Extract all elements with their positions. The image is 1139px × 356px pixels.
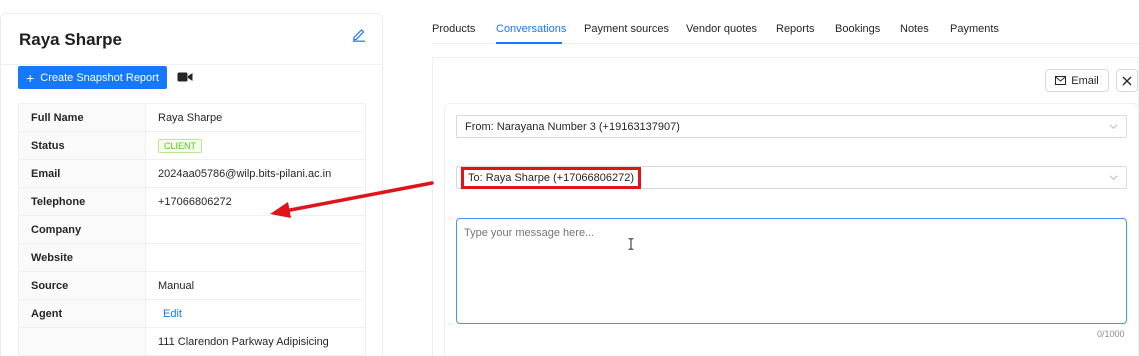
table-row: Website	[18, 243, 366, 272]
tab-payment-sources[interactable]: Payment sources	[584, 23, 669, 35]
email-button-label: Email	[1071, 74, 1099, 87]
from-select-value: From: Narayana Number 3 (+19163137907)	[465, 120, 680, 133]
table-row: 111 Clarendon Parkway Adipisicing	[18, 327, 366, 356]
close-icon	[1122, 76, 1132, 85]
chevron-down-icon	[1109, 175, 1118, 181]
to-select-value: To: Raya Sharpe (+17066806272)	[461, 166, 642, 189]
tab-vendor-quotes[interactable]: Vendor quotes	[686, 23, 757, 35]
tab-conversations[interactable]: Conversations	[496, 23, 566, 35]
create-button-label: Create Snapshot Report	[40, 71, 159, 84]
character-counter: 0/1000	[1097, 329, 1125, 339]
tab-notes[interactable]: Notes	[900, 23, 929, 35]
chevron-down-icon	[1109, 124, 1118, 130]
row-label: Email	[18, 159, 146, 188]
status-badge: CLIENT	[158, 138, 203, 153]
active-tab-indicator	[496, 42, 562, 44]
company-value	[145, 215, 366, 244]
table-row: Full Name Raya Sharpe	[18, 103, 366, 132]
row-label	[18, 327, 146, 356]
row-label: Source	[18, 271, 146, 300]
email-button[interactable]: Email	[1045, 69, 1109, 92]
message-input[interactable]	[456, 218, 1127, 324]
table-row: Agent Edit	[18, 299, 366, 328]
tab-reports[interactable]: Reports	[776, 23, 815, 35]
row-label: Agent	[18, 299, 146, 328]
row-label: Telephone	[18, 187, 146, 216]
tab-payments[interactable]: Payments	[950, 23, 999, 35]
row-label: Website	[18, 243, 146, 272]
agent-edit-link[interactable]: Edit	[158, 308, 182, 320]
table-row: Source Manual	[18, 271, 366, 300]
to-select[interactable]: To: Raya Sharpe (+17066806272)	[456, 166, 1127, 189]
tab-bookings[interactable]: Bookings	[835, 23, 880, 35]
contact-details-table: Full Name Raya Sharpe Status CLIENT Emai…	[18, 103, 366, 356]
tab-bar: Products Conversations Payment sources V…	[432, 0, 1139, 44]
pencil-icon[interactable]	[351, 26, 367, 42]
panel-divider	[1, 64, 382, 65]
row-label: Company	[18, 215, 146, 244]
website-value	[145, 243, 366, 272]
full-name-value: Raya Sharpe	[145, 103, 366, 132]
contact-name: Raya Sharpe	[19, 30, 122, 49]
table-row: Email 2024aa05786@wilp.bits-pilani.ac.in	[18, 159, 366, 188]
video-camera-icon[interactable]	[177, 70, 193, 84]
from-select[interactable]: From: Narayana Number 3 (+19163137907)	[456, 115, 1127, 138]
tab-products[interactable]: Products	[432, 23, 475, 35]
table-row: Telephone +17066806272	[18, 187, 366, 216]
table-row: Company	[18, 215, 366, 244]
address-value: 111 Clarendon Parkway Adipisicing	[145, 327, 366, 356]
source-value: Manual	[145, 271, 366, 300]
text-cursor-icon	[628, 238, 634, 250]
email-value: 2024aa05786@wilp.bits-pilani.ac.in	[145, 159, 366, 188]
plus-icon: +	[26, 69, 35, 86]
close-button[interactable]	[1116, 69, 1138, 92]
row-label: Full Name	[18, 103, 146, 132]
table-row: Status CLIENT	[18, 131, 366, 160]
telephone-value: +17066806272	[145, 187, 366, 216]
create-snapshot-report-button[interactable]: + Create Snapshot Report	[18, 66, 167, 89]
row-label: Status	[18, 131, 146, 160]
mail-icon	[1055, 76, 1067, 85]
